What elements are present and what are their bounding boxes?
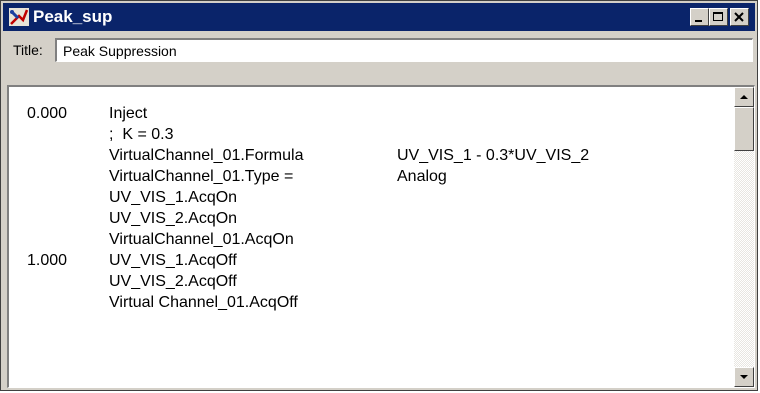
minimize-icon [695,20,702,22]
program-line[interactable]: 1.000 UV_VIS_1.AcqOff [9,252,732,273]
line-value: UV_VIS_1 - 0.3*UV_VIS_2 [397,147,590,164]
program-line[interactable]: UV_VIS_1.AcqOn [9,189,732,210]
program-window: Peak_sup Title: 0.000 Inject ; K = 0.3 Virt… [0,0,758,391]
program-text-area[interactable]: 0.000 Inject ; K = 0.3 VirtualChannel_01.Fo… [7,85,755,388]
scroll-down-button[interactable] [734,367,754,387]
program-line[interactable]: Virtual Channel_01.AcqOff [9,294,732,315]
program-lines: 0.000 Inject ; K = 0.3 VirtualChannel_01.Fo… [9,105,732,315]
line-time: 1.000 [27,252,68,269]
title-label: Title: [13,42,43,58]
scroll-thumb[interactable] [734,107,754,151]
line-command: VirtualChannel_01.Type = [109,168,294,185]
line-command: VirtualChannel_01.AcqOn [109,231,294,248]
program-line[interactable]: VirtualChannel_01.AcqOn [9,231,732,252]
maximize-icon [713,12,723,21]
line-command: UV_VIS_1.AcqOff [109,252,237,269]
line-command: Inject [109,105,148,122]
close-icon [734,12,744,22]
line-value: Analog [397,168,447,185]
line-command: UV_VIS_1.AcqOn [109,189,238,206]
line-time: 0.000 [27,105,68,122]
window-title: Peak_sup [33,7,113,26]
arrow-up-icon [740,95,748,99]
method-editor-icon[interactable] [9,8,29,26]
line-command: VirtualChannel_01.Formula [109,147,304,164]
program-line[interactable]: 0.000 Inject [9,105,732,126]
vertical-scrollbar[interactable] [734,87,754,387]
program-line[interactable]: ; K = 0.3 [9,126,732,147]
title-bar[interactable]: Peak_sup [3,3,755,31]
title-row: Title: [3,33,755,69]
program-line[interactable]: VirtualChannel_01.Type = Analog [9,168,732,189]
title-input[interactable] [55,38,753,62]
arrow-down-icon [740,375,748,379]
scroll-up-button[interactable] [734,87,754,107]
maximize-button[interactable] [709,8,728,26]
program-line[interactable]: UV_VIS_2.AcqOn [9,210,732,231]
minimize-button[interactable] [690,8,709,26]
line-command: UV_VIS_2.AcqOff [109,273,237,290]
program-line[interactable]: UV_VIS_2.AcqOff [9,273,732,294]
line-command: Virtual Channel_01.AcqOff [109,294,298,311]
line-command: UV_VIS_2.AcqOn [109,210,238,227]
line-command: ; K = 0.3 [109,126,174,143]
close-button[interactable] [730,8,749,26]
program-line[interactable]: VirtualChannel_01.Formula UV_VIS_1 - 0.3*… [9,147,732,168]
